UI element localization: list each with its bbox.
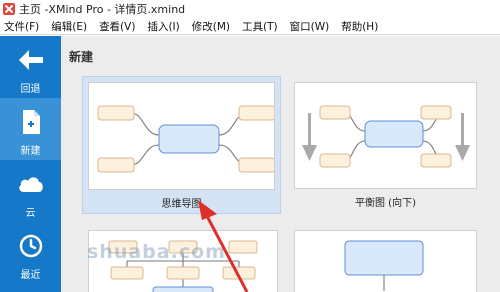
template-balance-map-down[interactable]: 平衡图 (向下) <box>294 82 484 216</box>
menu-file[interactable]: 文件(F) <box>4 19 39 34</box>
watermark-text: shuaba.com <box>87 241 226 263</box>
template-label: 思维导图 <box>161 199 202 210</box>
sidebar-item-label: 回退 <box>20 84 41 95</box>
sidebar-item-new[interactable]: 新建 <box>0 98 61 160</box>
main-panel: 新建 思维导图 平衡图 (向下) shuaba.com <box>61 36 500 292</box>
menu-view[interactable]: 查看(V) <box>99 19 135 34</box>
template-thumbnail <box>294 82 477 189</box>
sidebar-item-label: 新建 <box>20 146 41 157</box>
menu-edit[interactable]: 编辑(E) <box>51 19 87 34</box>
menu-insert[interactable]: 插入(I) <box>147 19 179 34</box>
menu-tools[interactable]: 工具(T) <box>242 19 278 34</box>
window-title: 主页 -XMind Pro - 详情页.xmind <box>19 3 186 16</box>
menu-bar: 文件(F) 编辑(E) 查看(V) 插入(I) 修改(M) 工具(T) 窗口(W… <box>0 18 500 35</box>
clock-icon <box>19 232 43 260</box>
menu-help[interactable]: 帮助(H) <box>341 19 378 34</box>
new-file-icon <box>20 108 42 136</box>
sidebar-item-label: 云 <box>25 208 36 219</box>
back-arrow-icon <box>18 46 44 74</box>
sidebar-item-back[interactable]: 回退 <box>0 36 61 98</box>
title-bar: 主页 -XMind Pro - 详情页.xmind <box>0 0 500 18</box>
sidebar-item-recent[interactable]: 最近 <box>0 222 61 284</box>
template-label: 平衡图 (向下) <box>355 198 416 209</box>
template-thumbnail <box>88 82 276 190</box>
section-title: 新建 <box>69 50 94 64</box>
sidebar-item-label: 最近 <box>20 270 41 281</box>
xmind-logo-icon <box>3 3 15 15</box>
sidebar: 回退 新建 云 最近 <box>0 36 61 292</box>
sidebar-item-cloud[interactable]: 云 <box>0 160 61 222</box>
template-tree-chart[interactable] <box>294 230 484 292</box>
template-thumbnail <box>294 230 477 292</box>
menu-window[interactable]: 窗口(W) <box>290 19 330 34</box>
menu-modify[interactable]: 修改(M) <box>192 19 230 34</box>
cloud-icon <box>17 170 45 198</box>
template-mind-map[interactable]: 思维导图 <box>82 76 281 214</box>
